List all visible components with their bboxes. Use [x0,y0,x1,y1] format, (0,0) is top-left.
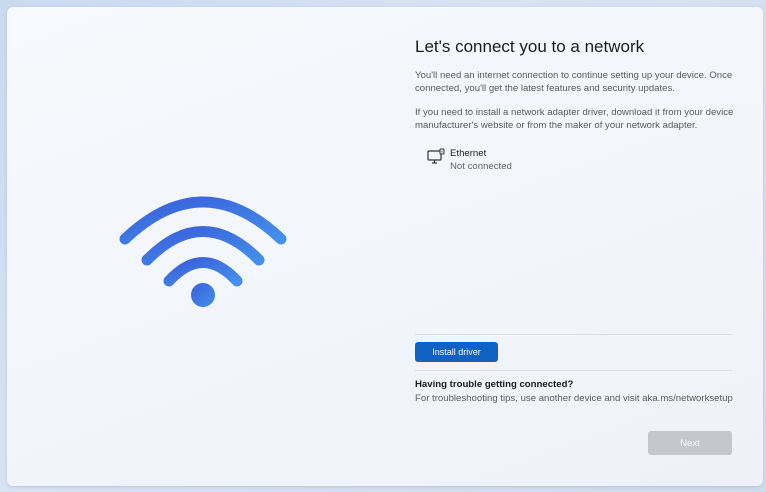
network-name: Ethernet [450,148,487,159]
help-heading: Having trouble getting connected? [415,379,574,390]
intro-text: You'll need an internet connection to co… [415,70,733,94]
divider [415,334,732,335]
divider [415,370,732,371]
wifi-icon [119,196,287,307]
install-driver-button[interactable]: Install driver [415,342,498,362]
network-status: Not connected [450,161,512,172]
page-title: Let's connect you to a network [415,37,645,56]
driver-info-text: If you need to install a network adapter… [415,107,734,131]
next-button[interactable]: Next [648,431,732,455]
ethernet-computer-icon [427,148,445,164]
help-text: For troubleshooting tips, use another de… [415,393,733,404]
setup-card: Let's connect you to a network You'll ne… [7,7,763,486]
network-item-ethernet[interactable]: Ethernet Not connected [427,146,567,176]
